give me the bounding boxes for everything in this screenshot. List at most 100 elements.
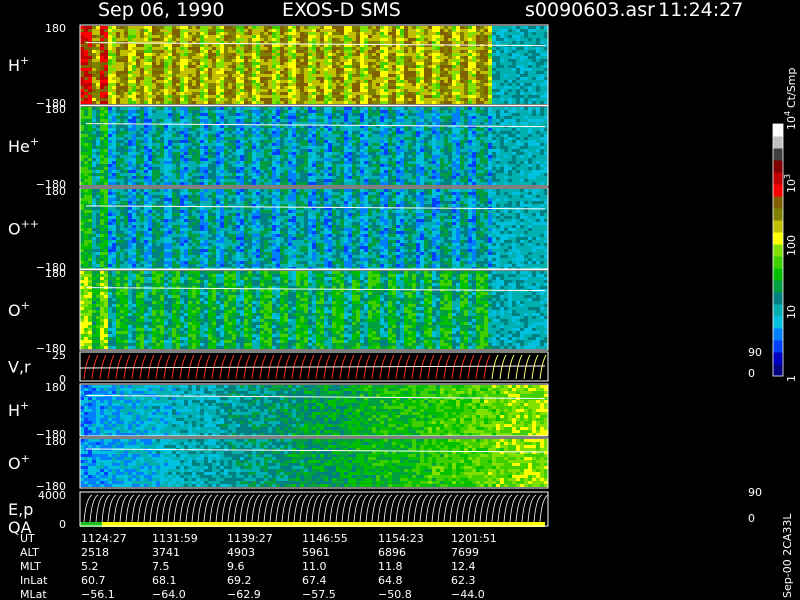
- spectrogram-cell: [212, 170, 216, 173]
- spectrogram-cell: [252, 65, 256, 68]
- spectrogram-cell: [148, 101, 152, 104]
- spectrogram-cell: [356, 86, 360, 89]
- spectrogram-cell: [248, 140, 252, 143]
- spectrogram-cell: [276, 128, 280, 131]
- spectrogram-cell: [236, 71, 240, 74]
- spectrogram-cell: [148, 131, 152, 134]
- spectrogram-cell: [204, 107, 208, 110]
- spectrogram-cell: [348, 101, 352, 104]
- spectrogram-cell: [216, 35, 220, 38]
- spectrogram-cell: [280, 44, 284, 47]
- spectrogram-cell: [240, 74, 244, 77]
- spectrogram-cell: [180, 179, 184, 182]
- spectrogram-cell: [344, 29, 348, 32]
- spectrogram-cell: [92, 59, 96, 62]
- spectrogram-cell: [296, 98, 300, 101]
- spectrogram-cell: [536, 89, 540, 92]
- spectrogram-cell: [200, 32, 204, 35]
- spectrogram-cell: [248, 182, 252, 185]
- spectrogram-cell: [128, 137, 132, 140]
- spectrogram-cell: [140, 110, 144, 113]
- spectrogram-cell: [212, 107, 216, 110]
- spectrogram-cell: [268, 38, 272, 41]
- spectrogram-cell: [396, 35, 400, 38]
- spectrogram-cell: [152, 62, 156, 65]
- spectrogram-cell: [308, 71, 312, 74]
- spectrogram-cell: [312, 56, 316, 59]
- spectrogram-cell: [544, 83, 548, 86]
- spectrogram-cell: [120, 74, 124, 77]
- spectrogram-cell: [300, 161, 304, 164]
- spectrogram-cell: [384, 47, 388, 50]
- spectrogram-cell: [192, 179, 196, 182]
- spectrogram-cell: [260, 119, 264, 122]
- spectrogram-cell: [440, 59, 444, 62]
- spectrogram-cell: [204, 98, 208, 101]
- spectrogram-cell: [308, 38, 312, 41]
- spectrogram-cell: [356, 179, 360, 182]
- spectrogram-cell: [84, 71, 88, 74]
- spectrogram-cell: [116, 95, 120, 98]
- spectrogram-cell: [444, 71, 448, 74]
- spectrogram-cell: [244, 71, 248, 74]
- spectrogram-cell: [244, 86, 248, 89]
- spectrogram-cell: [128, 119, 132, 122]
- spectrogram-cell: [136, 92, 140, 95]
- spectrogram-cell: [440, 92, 444, 95]
- spectrogram-cell: [292, 149, 296, 152]
- spectrogram-cell: [328, 35, 332, 38]
- spectrogram-cell: [204, 176, 208, 179]
- spectrogram-cell: [512, 41, 516, 44]
- spectrogram-cell: [356, 167, 360, 170]
- spectrogram-cell: [220, 110, 224, 113]
- spectrogram-cell: [292, 47, 296, 50]
- spectrogram-cell: [420, 56, 424, 59]
- spectrogram-cell: [404, 59, 408, 62]
- spectrogram-cell: [244, 32, 248, 35]
- spectrogram-cell: [312, 161, 316, 164]
- spectrogram-cell: [264, 140, 268, 143]
- spectrogram-cell: [428, 32, 432, 35]
- spectrogram-cell: [352, 119, 356, 122]
- spectrogram-cell: [388, 53, 392, 56]
- spectrogram-cell: [368, 161, 372, 164]
- spectrogram-cell: [332, 41, 336, 44]
- spectrogram-cell: [272, 146, 276, 149]
- spectrogram-cell: [316, 173, 320, 176]
- spectrogram-cell: [504, 62, 508, 65]
- spectrogram-cell: [156, 155, 160, 158]
- spectrogram-cell: [396, 50, 400, 53]
- spectrogram-cell: [320, 134, 324, 137]
- spectrogram-cell: [392, 92, 396, 95]
- spectrogram-cell: [304, 35, 308, 38]
- spectrogram-cell: [148, 137, 152, 140]
- spectrogram-cell: [152, 152, 156, 155]
- spectrogram-cell: [248, 56, 252, 59]
- spectrogram-cell: [272, 26, 276, 29]
- spectrogram-cell: [284, 119, 288, 122]
- spectrogram-cell: [268, 89, 272, 92]
- spectrogram-cell: [120, 107, 124, 110]
- spectrogram-cell: [332, 50, 336, 53]
- spectrogram-cell: [144, 95, 148, 98]
- spectrogram-cell: [352, 65, 356, 68]
- spectrogram-cell: [156, 167, 160, 170]
- spectrogram-cell: [368, 155, 372, 158]
- spectrogram-cell: [432, 68, 436, 71]
- spectrogram-cell: [348, 137, 352, 140]
- spectrogram-cell: [320, 155, 324, 158]
- spectrogram-cell: [208, 29, 212, 32]
- spectrogram-cell: [260, 44, 264, 47]
- spectrogram-cell: [324, 35, 328, 38]
- spectrogram-cell: [296, 35, 300, 38]
- spectrogram-cell: [336, 173, 340, 176]
- spectrogram-cell: [168, 161, 172, 164]
- spectrogram-cell: [288, 47, 292, 50]
- spectrogram-cell: [232, 56, 236, 59]
- spectrogram-cell: [156, 98, 160, 101]
- spectrogram-cell: [272, 53, 276, 56]
- spectrogram-cell: [272, 71, 276, 74]
- spectrogram-cell: [84, 158, 88, 161]
- spectrogram-cell: [292, 113, 296, 116]
- spectrogram-cell: [160, 125, 164, 128]
